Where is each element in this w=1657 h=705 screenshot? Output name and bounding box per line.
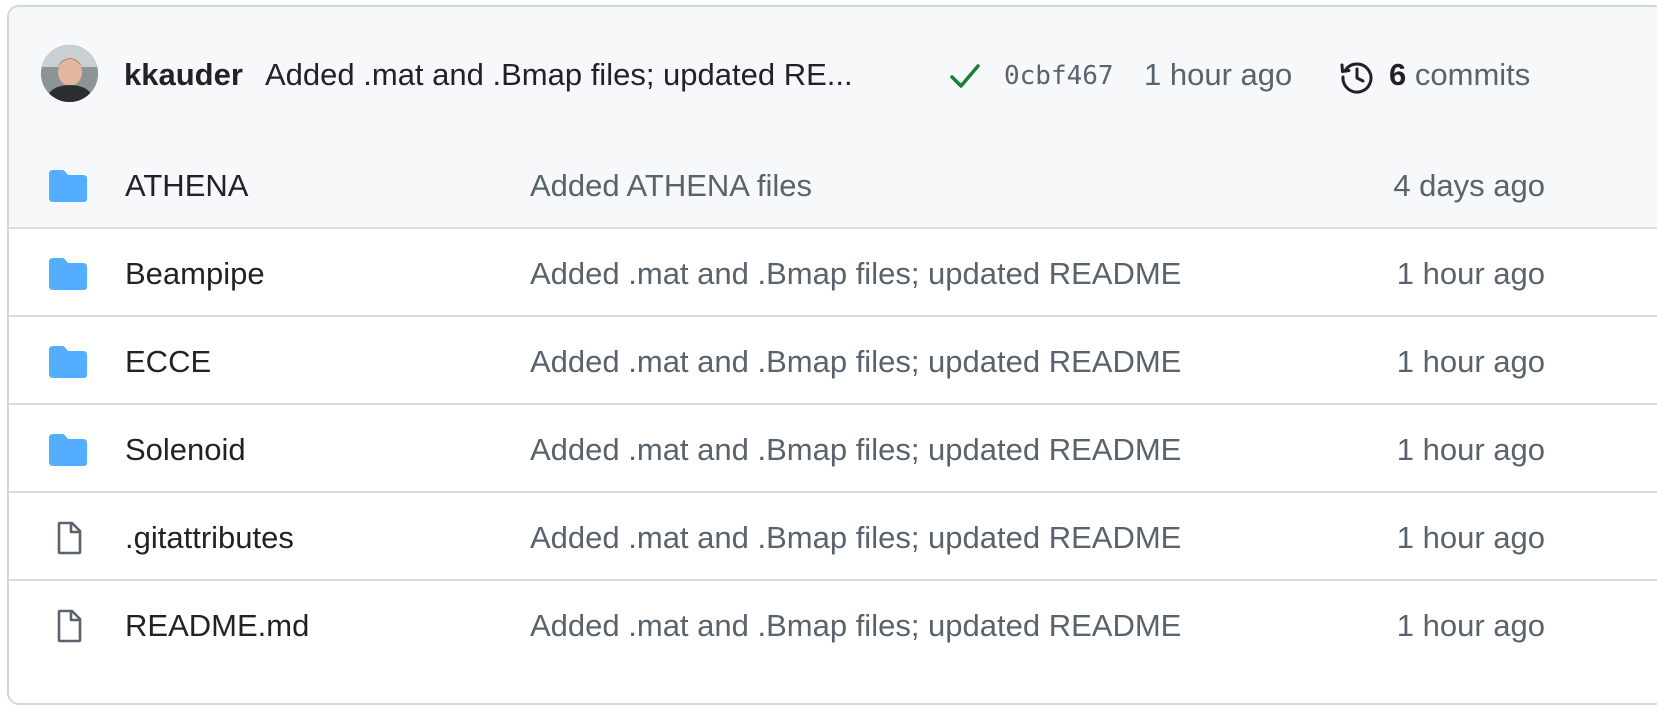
file-commit-message[interactable]: Added .mat and .Bmap files; updated READ… xyxy=(530,432,1181,468)
commit-count: 6 xyxy=(1389,57,1407,92)
commit-sha[interactable]: 0cbf467 xyxy=(1004,61,1114,91)
file-row[interactable]: ATHENA Added ATHENA files 4 days ago xyxy=(9,141,1657,227)
file-name[interactable]: ATHENA xyxy=(125,168,248,204)
file-age: 1 hour ago xyxy=(1396,256,1545,291)
file-name[interactable]: ECCE xyxy=(125,344,211,380)
file-name[interactable]: Beampipe xyxy=(125,256,265,292)
file-browser: kkauder Added .mat and .Bmap files; upda… xyxy=(7,5,1657,705)
commit-time: 1 hour ago xyxy=(1144,57,1293,92)
file-name[interactable]: .gitattributes xyxy=(125,520,294,556)
file-list: ATHENA Added ATHENA files 4 days ago Bea… xyxy=(9,141,1657,667)
folder-icon xyxy=(49,258,87,290)
commit-message[interactable]: Added .mat and .Bmap files; updated RE..… xyxy=(265,57,925,93)
file-commit-message[interactable]: Added .mat and .Bmap files; updated READ… xyxy=(530,344,1181,380)
folder-icon xyxy=(49,346,87,378)
avatar-image xyxy=(41,45,98,102)
file-age: 1 hour ago xyxy=(1396,432,1545,467)
file-age: 1 hour ago xyxy=(1396,520,1545,555)
folder-icon xyxy=(49,434,87,466)
file-commit-message[interactable]: Added .mat and .Bmap files; updated READ… xyxy=(530,256,1181,292)
latest-commit-bar: kkauder Added .mat and .Bmap files; upda… xyxy=(9,7,1657,143)
history-icon[interactable] xyxy=(1339,59,1375,95)
avatar[interactable] xyxy=(41,45,98,102)
file-age: 1 hour ago xyxy=(1396,344,1545,379)
file-commit-message[interactable]: Added .mat and .Bmap files; updated READ… xyxy=(530,520,1181,556)
file-row[interactable]: .gitattributes Added .mat and .Bmap file… xyxy=(9,491,1657,579)
file-name[interactable]: README.md xyxy=(125,608,309,644)
file-icon xyxy=(57,521,82,555)
file-row[interactable]: ECCE Added .mat and .Bmap files; updated… xyxy=(9,315,1657,403)
file-name[interactable]: Solenoid xyxy=(125,432,246,468)
file-row[interactable]: Solenoid Added .mat and .Bmap files; upd… xyxy=(9,403,1657,491)
file-row[interactable]: README.md Added .mat and .Bmap files; up… xyxy=(9,579,1657,667)
file-icon xyxy=(57,609,82,643)
file-commit-message[interactable]: Added ATHENA files xyxy=(530,168,812,204)
file-commit-message[interactable]: Added .mat and .Bmap files; updated READ… xyxy=(530,608,1181,644)
commits-link[interactable]: 6 commits xyxy=(1389,57,1530,93)
commits-label: commits xyxy=(1414,57,1531,92)
file-age: 1 hour ago xyxy=(1396,608,1545,643)
commit-author[interactable]: kkauder xyxy=(124,57,243,93)
file-age: 4 days ago xyxy=(1393,168,1545,203)
folder-icon xyxy=(49,170,87,202)
check-icon[interactable] xyxy=(949,62,981,90)
file-row[interactable]: Beampipe Added .mat and .Bmap files; upd… xyxy=(9,227,1657,315)
